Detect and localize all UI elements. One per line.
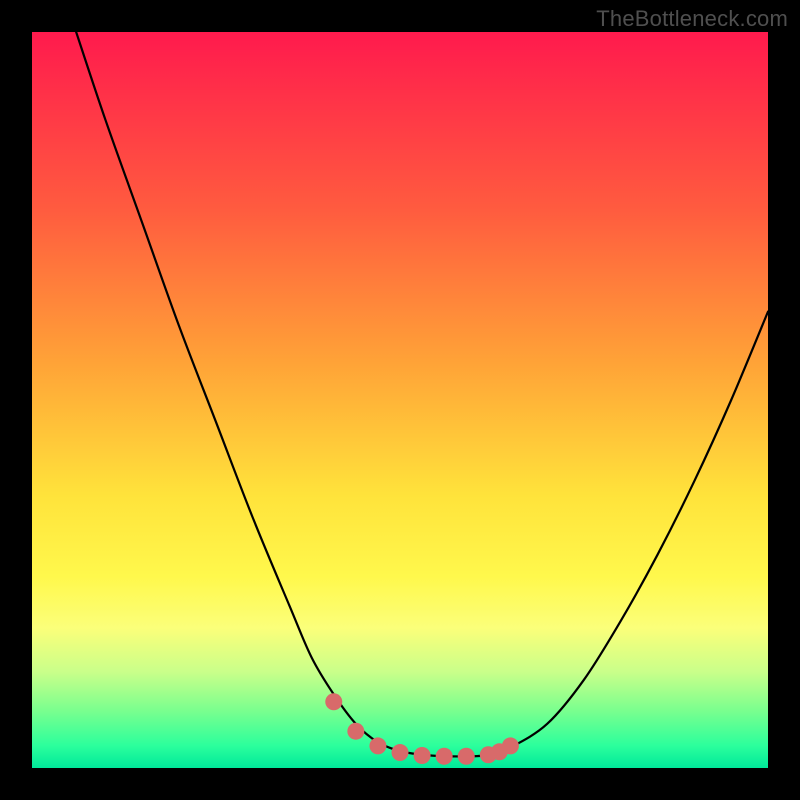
marker-point [369, 737, 386, 754]
marker-point [436, 748, 453, 765]
watermark-text: TheBottleneck.com [596, 6, 788, 32]
marker-point [502, 737, 519, 754]
curve-layer [32, 32, 768, 768]
marker-point [392, 744, 409, 761]
marker-point [325, 693, 342, 710]
bottleneck-markers [325, 693, 519, 764]
chart-frame: TheBottleneck.com [0, 0, 800, 800]
marker-point [347, 723, 364, 740]
plot-area [32, 32, 768, 768]
marker-point [414, 747, 431, 764]
bottleneck-curve [76, 32, 768, 756]
marker-point [458, 748, 475, 765]
